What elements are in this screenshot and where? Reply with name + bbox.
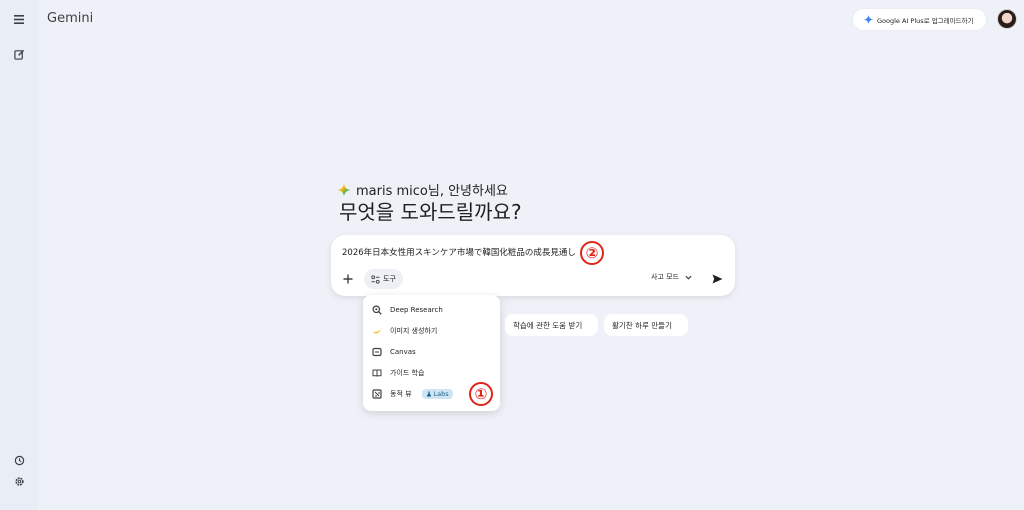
suggestion-chip-day[interactable]: 활기찬 하루 만들기 [604,314,688,336]
app-title[interactable]: Gemini [47,11,93,26]
prompt-composer: 2026年日本女性用スキンケア市場で韓国化粧品の成長見通し 도구 사고 모드 [331,235,735,296]
send-icon [712,274,722,284]
add-files-button[interactable] [340,271,356,287]
upgrade-label: Google AI Plus로 업그레이드하기 [877,16,974,25]
annotation-marker-1: ① [469,382,493,406]
tools-button[interactable]: 도구 [364,269,403,289]
menu-item-label: 동적 뷰 [390,390,412,398]
menu-item-dynamic-view[interactable]: 동적 뷰 Labs [371,386,453,402]
settings-button[interactable] [9,471,29,491]
menu-icon [14,14,24,24]
canvas-icon [371,347,382,358]
menu-item-label: Canvas [390,348,416,356]
main-menu-button[interactable] [9,9,29,29]
menu-item-label: 이미지 생성하기 [390,327,438,335]
book-icon [371,368,382,379]
plus-icon [343,274,353,284]
mode-selector[interactable]: 사고 모드 [651,272,692,282]
sidebar-rail [0,0,38,510]
flask-icon [426,391,431,397]
tools-label: 도구 [383,275,396,283]
activity-button[interactable] [9,450,29,470]
edit-icon [13,49,24,60]
chevron-down-icon [685,275,692,280]
page-title: 무엇을 도와드릴까요? [339,200,522,224]
banana-icon [371,326,382,337]
avatar[interactable] [997,9,1017,29]
send-button[interactable] [709,271,725,287]
tools-icon [371,274,380,284]
gemini-spark-icon [864,15,873,24]
suggestion-chip-learning[interactable]: 학습에 관한 도움 받기 [505,314,598,336]
mode-label: 사고 모드 [651,273,679,281]
gemini-spark-icon [338,183,350,196]
dynamic-view-icon [371,389,382,400]
menu-item-deep-research[interactable]: Deep Research [371,302,443,318]
menu-item-canvas[interactable]: Canvas [371,344,416,360]
menu-item-image-generation[interactable]: 이미지 생성하기 [371,323,437,339]
annotation-marker-2: ② [580,241,604,265]
menu-item-label: Deep Research [390,306,443,314]
history-icon [14,455,24,465]
deep-research-icon [371,305,382,316]
prompt-input[interactable]: 2026年日本女性用スキンケア市場で韓国化粧品の成長見通し [342,246,576,258]
menu-item-label: 가이드 학습 [390,369,425,377]
labs-badge: Labs [421,389,453,399]
gear-icon [14,476,24,486]
labs-label: Labs [433,390,449,398]
upgrade-button[interactable]: Google AI Plus로 업그레이드하기 [853,9,986,30]
menu-item-guided-learning[interactable]: 가이드 학습 [371,365,424,381]
new-chat-button[interactable] [9,44,29,64]
